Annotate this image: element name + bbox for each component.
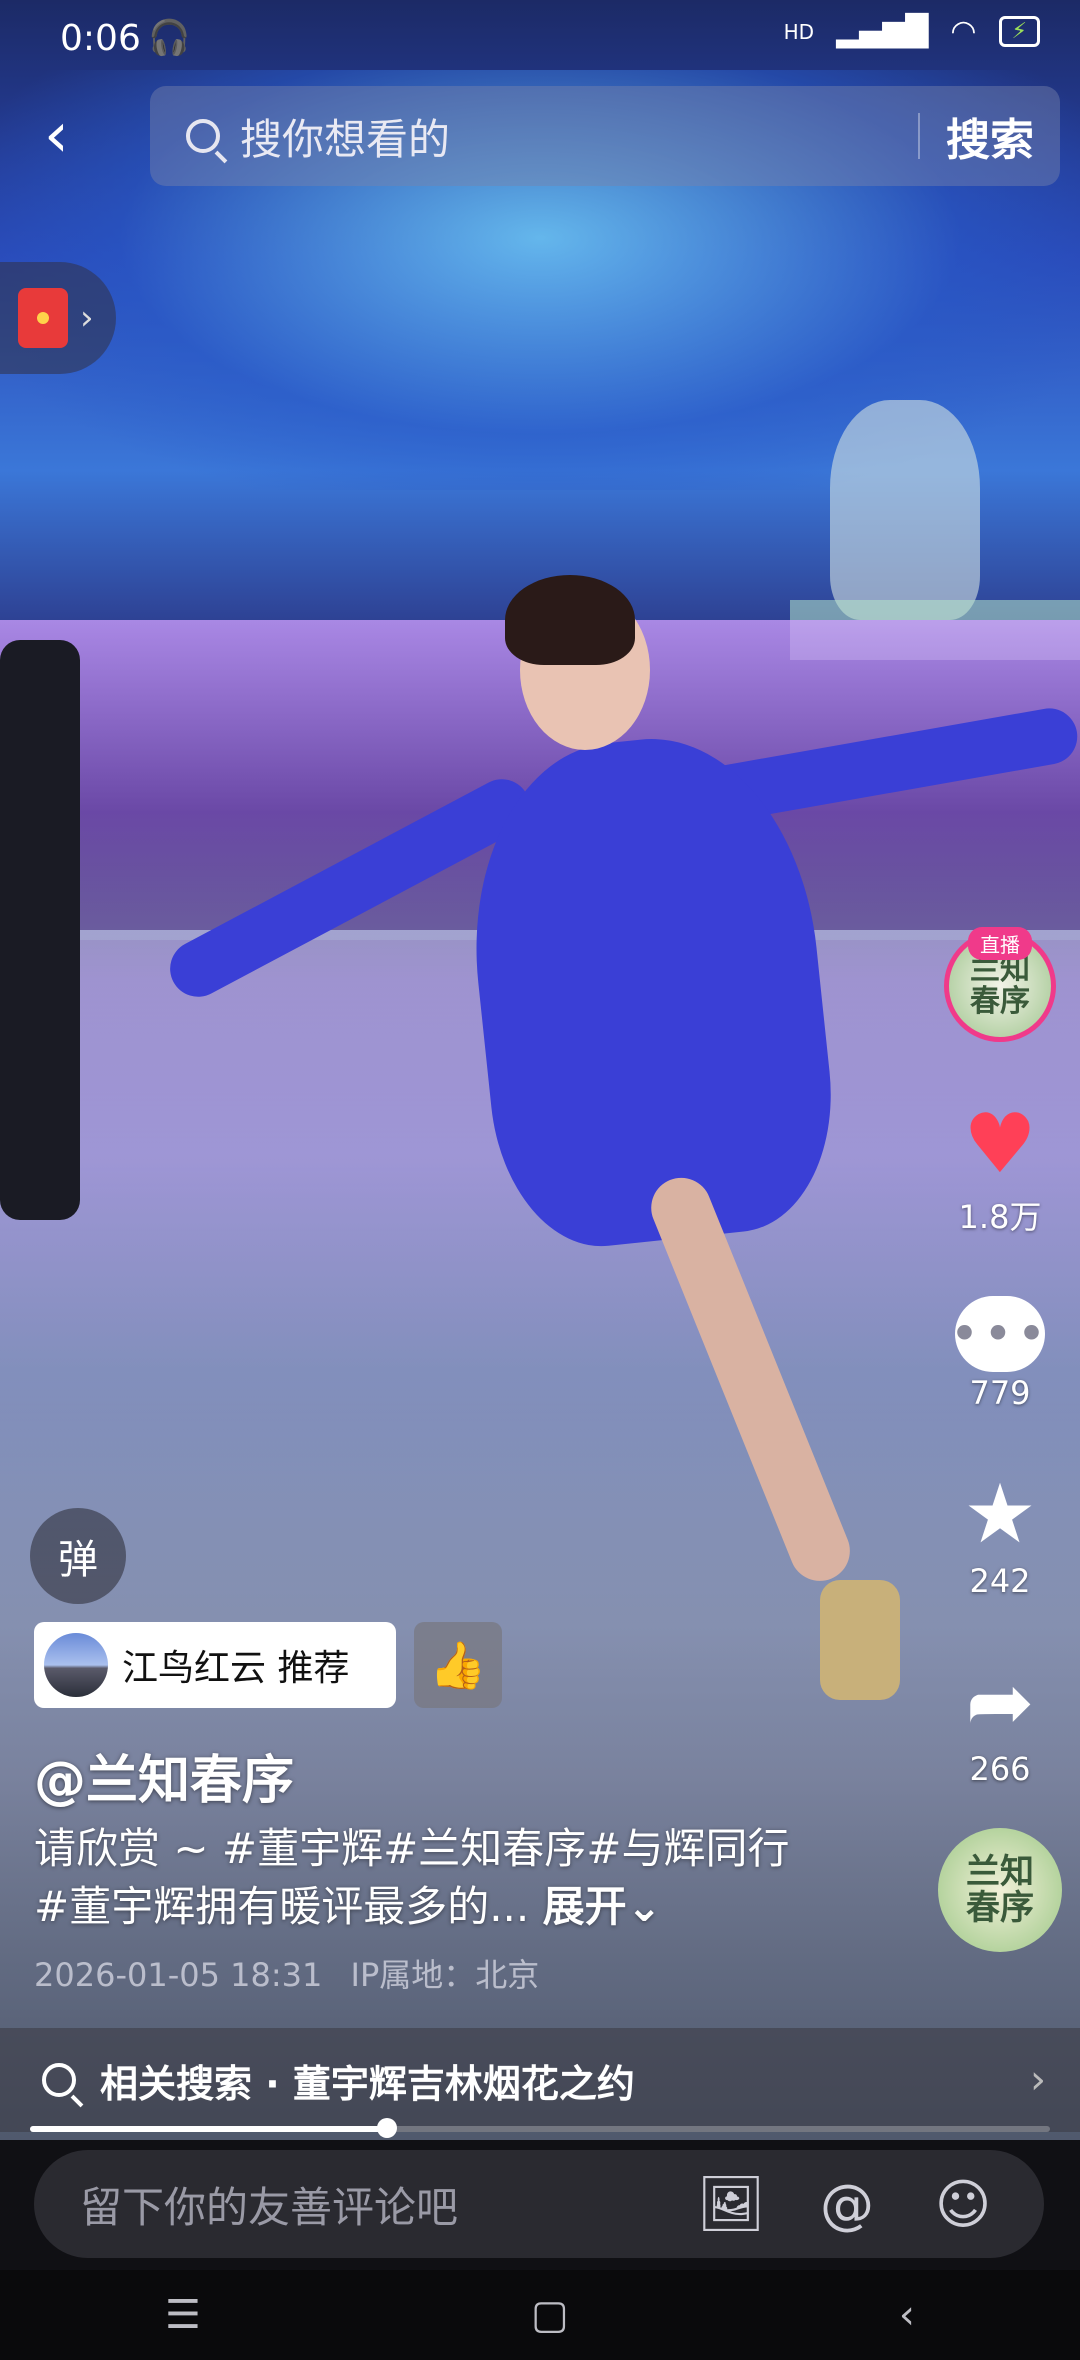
status-time: 0:06 <box>60 18 141 59</box>
progress-fill <box>30 2126 387 2132</box>
home-nav-icon[interactable]: ▢ <box>531 2292 569 2338</box>
status-bar: 0:06 🎧 HD ▂▄▆█ ◠ ⚡ <box>0 0 1080 84</box>
music-disc-text: 兰知春序 <box>966 1852 1034 1928</box>
comment-bubble-icon: ••• <box>950 1296 1046 1372</box>
ip-location: IP属地：北京 <box>350 1956 540 1994</box>
like-count: 1.8万 <box>958 1198 1042 1236</box>
music-disc[interactable]: 兰知春序 <box>938 1828 1062 1952</box>
ice-statue <box>830 400 980 620</box>
menu-nav-icon[interactable]: ☰ <box>165 2292 201 2338</box>
author-handle[interactable]: @兰知春序 <box>34 1738 294 1813</box>
status-icons: HD ▂▄▆█ ◠ ⚡ <box>784 14 1040 49</box>
skater-skate <box>820 1580 900 1700</box>
chevron-right-icon: › <box>80 298 94 338</box>
hd-label: HD <box>783 19 815 44</box>
signal-icon: ▂▄▆█ <box>836 14 929 49</box>
battery-charging-icon: ⚡ <box>998 16 1040 47</box>
star-icon: ★ <box>963 1467 1037 1562</box>
back-button[interactable]: ‹ <box>44 100 104 170</box>
action-rail: 直播 兰知春序 ♥ 1.8万 ••• 779 ★ 242 ➦ 266 兰知春序 <box>938 927 1062 1952</box>
image-icon[interactable]: 🖼 <box>696 2169 766 2239</box>
thumbs-up-icon: 👍 <box>429 1637 487 1692</box>
avatar-brand-text: 兰知春序 <box>970 952 1030 1019</box>
author-live-avatar[interactable]: 直播 兰知春序 <box>944 927 1056 1042</box>
comment-bar[interactable]: 留下你的友善评论吧 🖼 @ ☺ <box>34 2150 1044 2258</box>
video-description[interactable]: 请欣赏 ~ #董宇辉#兰知春序#与辉同行#董宇辉拥有暖评最多的... 展开⌄ <box>34 1820 794 1936</box>
at-mention-icon[interactable]: @ <box>812 2169 882 2239</box>
recommend-chip[interactable]: 江鸟红云 推荐 <box>34 1622 396 1708</box>
related-search-text: 相关搜索 · 董宇辉吉林烟花之约 <box>100 2061 635 2106</box>
search-bar[interactable]: 搜你想看的 搜索 <box>150 86 1060 186</box>
chevron-down-icon: ⌄ <box>626 1882 662 1931</box>
red-envelope-icon <box>18 288 68 348</box>
search-input[interactable]: 搜你想看的 <box>240 106 918 167</box>
video-player[interactable] <box>0 0 1080 2140</box>
favorite-button[interactable]: ★ 242 <box>963 1467 1037 1601</box>
danmu-label: 弹 <box>58 1537 98 1583</box>
comment-count: 779 <box>969 1374 1031 1412</box>
skater-hair <box>505 575 635 665</box>
post-datetime: 2026-01-05 18:31 <box>34 1956 323 1994</box>
recommend-label: 江鸟红云 推荐 <box>122 1648 350 1689</box>
back-arrow-icon: ‹ <box>44 98 69 171</box>
emoji-icon[interactable]: ☺ <box>928 2169 998 2239</box>
comment-input[interactable]: 留下你的友善评论吧 <box>80 2174 696 2235</box>
search-button[interactable]: 搜索 <box>920 104 1060 168</box>
expand-label: 展开 <box>542 1882 627 1931</box>
post-meta: 2026-01-05 18:31 IP属地：北京 <box>34 1950 539 1996</box>
live-badge: 直播 <box>968 927 1032 960</box>
heart-icon: ♥ <box>963 1097 1037 1192</box>
danmu-toggle[interactable]: 弹 <box>30 1508 126 1604</box>
back-nav-icon[interactable]: ‹ <box>899 2292 915 2338</box>
share-button[interactable]: ➦ 266 <box>965 1655 1035 1789</box>
progress-knob[interactable] <box>377 2118 397 2138</box>
wifi-icon: ◠ <box>950 14 977 49</box>
share-count: 266 <box>969 1750 1031 1788</box>
share-arrow-icon: ➦ <box>965 1655 1035 1750</box>
comment-button[interactable]: ••• 779 <box>950 1296 1046 1412</box>
search-icon <box>186 119 220 153</box>
chevron-right-icon: › <box>1030 2057 1046 2103</box>
background-person <box>0 640 80 1220</box>
favorite-count: 242 <box>969 1562 1031 1600</box>
expand-button[interactable]: 展开⌄ <box>543 1882 662 1931</box>
video-progress-bar[interactable] <box>30 2118 1050 2138</box>
recommend-like-button[interactable]: 👍 <box>414 1622 502 1708</box>
system-nav-bar: ☰ ▢ ‹ <box>0 2270 1080 2360</box>
search-icon <box>42 2063 76 2097</box>
red-packet-button[interactable]: › <box>0 262 116 374</box>
description-text: 请欣赏 ~ #董宇辉#兰知春序#与辉同行#董宇辉拥有暖评最多的... <box>34 1824 790 1931</box>
like-button[interactable]: ♥ 1.8万 <box>959 1100 1042 1238</box>
headphones-icon: 🎧 <box>148 18 191 58</box>
recommender-avatar <box>44 1633 108 1697</box>
related-search-bar[interactable]: 相关搜索 · 董宇辉吉林烟花之约 › <box>0 2028 1080 2132</box>
